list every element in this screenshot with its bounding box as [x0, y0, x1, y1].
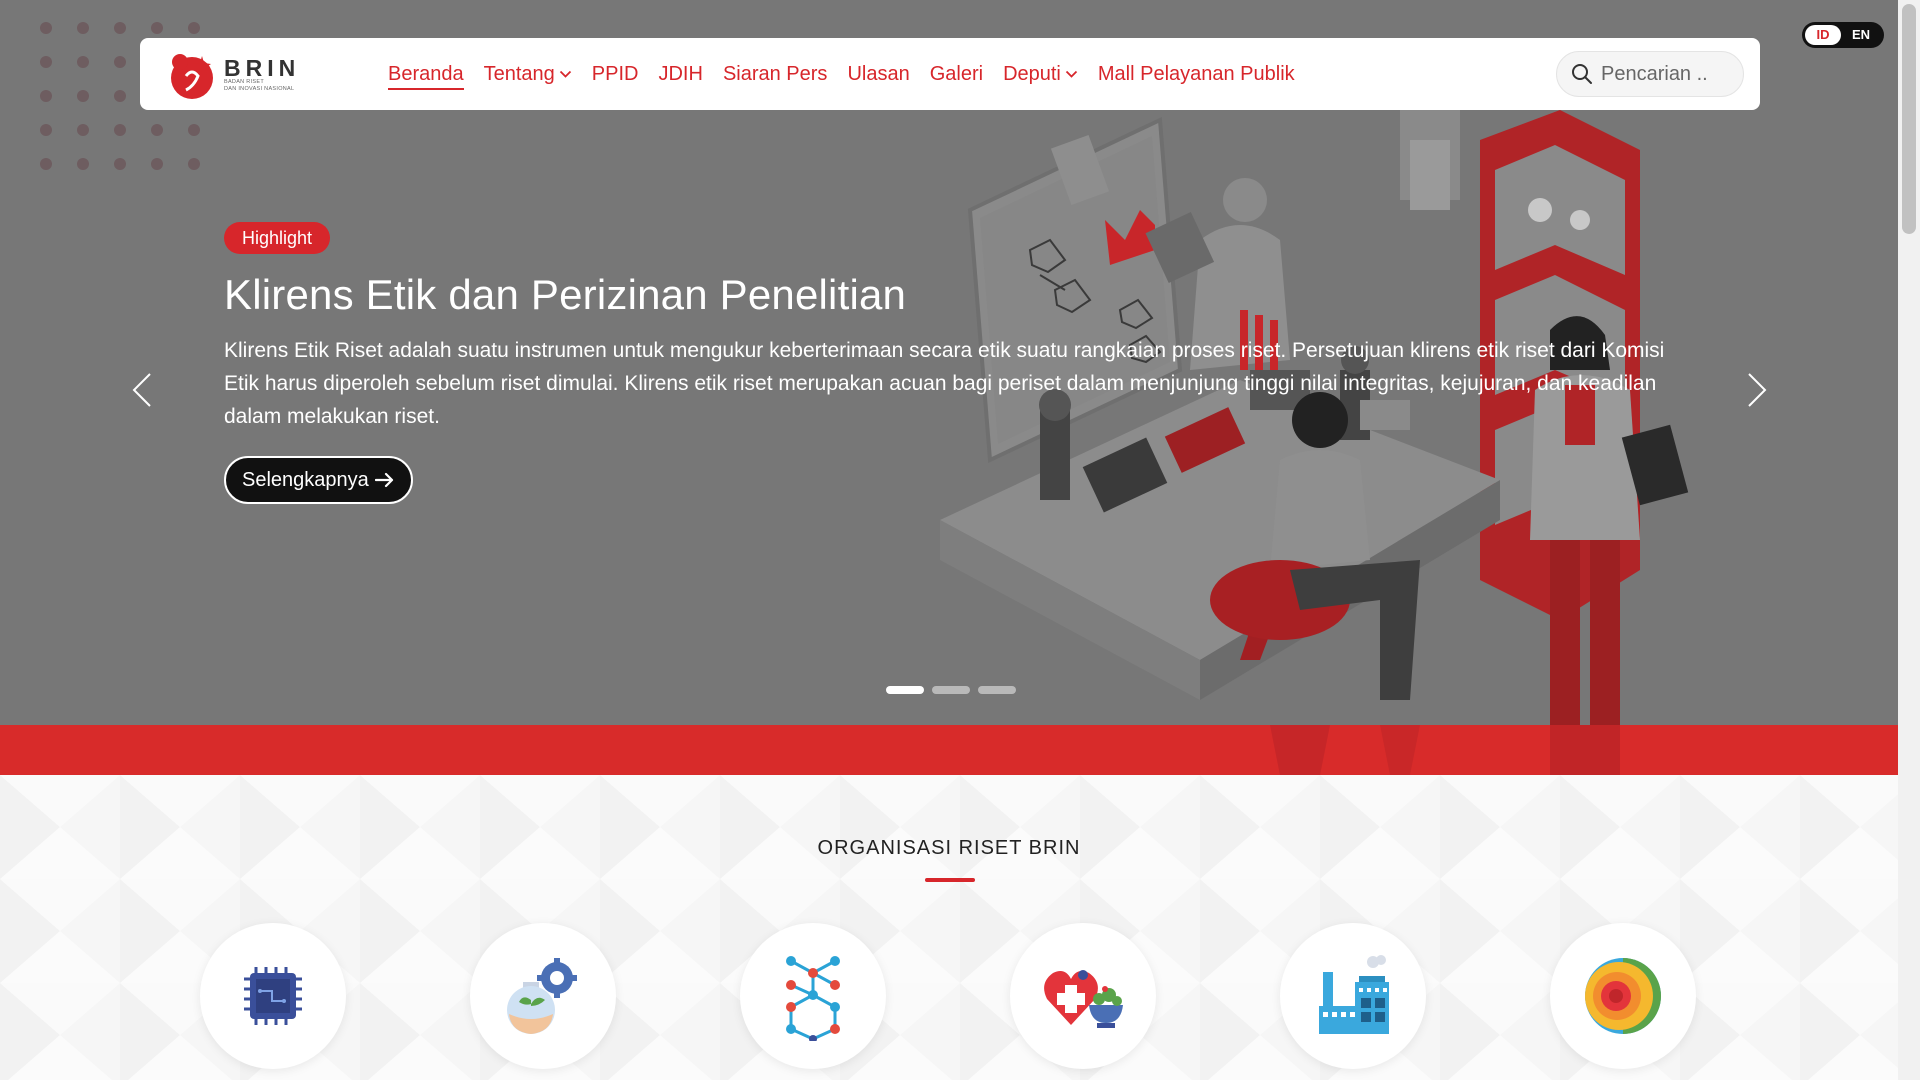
- band-illustration-continuation: [1270, 725, 1620, 775]
- org-card-2[interactable]: [470, 923, 616, 1069]
- chevron-down-icon: [1065, 70, 1078, 78]
- logo-subtitle-2: DAN INOVASI NASIONAL: [224, 86, 295, 92]
- read-more-label: Selengkapnya: [242, 468, 369, 491]
- nav-item-deputi[interactable]: Deputi: [1003, 38, 1078, 110]
- nav-item-jdih[interactable]: JDIH: [658, 38, 702, 110]
- logo-title: BRIN: [224, 55, 301, 81]
- main-navigation: Beranda Tentang PPID JDIH Siaran Pers Ul…: [388, 38, 1315, 110]
- search-placeholder: Pencarian ..: [1601, 62, 1708, 85]
- language-option-id[interactable]: ID: [1805, 25, 1841, 45]
- org-card-3[interactable]: [740, 923, 886, 1069]
- hero-red-band: [0, 725, 1898, 775]
- nav-item-ppid[interactable]: PPID: [592, 38, 639, 110]
- search-input[interactable]: Pencarian ..: [1556, 51, 1744, 97]
- search-icon: [1572, 64, 1592, 84]
- earth-layers-icon: [1585, 958, 1661, 1034]
- molecule-icon: [786, 956, 840, 1041]
- slide-content: Highlight Klirens Etik dan Perizinan Pen…: [224, 222, 1694, 504]
- org-card-5[interactable]: [1280, 923, 1426, 1069]
- nav-label: JDIH: [658, 62, 703, 85]
- nav-item-tentang[interactable]: Tentang: [484, 38, 572, 110]
- highlight-badge: Highlight: [224, 222, 331, 254]
- org-card-6[interactable]: [1550, 923, 1696, 1069]
- scrollbar-thumb[interactable]: [1902, 4, 1916, 234]
- nav-item-siaran-pers[interactable]: Siaran Pers: [723, 38, 828, 110]
- chevron-right-icon: [1748, 373, 1767, 407]
- section-title: ORGANISASI RISET BRIN: [817, 837, 1081, 859]
- health-heart-icon: [1044, 970, 1123, 1028]
- brin-logo-icon: [171, 54, 213, 99]
- org-card-4[interactable]: [1010, 923, 1156, 1069]
- language-toggle[interactable]: ID EN: [1802, 22, 1884, 48]
- nav-label: Galeri: [929, 62, 984, 85]
- factory-icon: [1319, 955, 1389, 1034]
- nav-item-galeri[interactable]: Galeri: [930, 38, 983, 110]
- section-title-underline: [925, 878, 975, 882]
- language-option-en[interactable]: EN: [1841, 25, 1881, 45]
- slide-title: Klirens Etik dan Perizinan Penelitian: [224, 271, 907, 318]
- nav-label: Siaran Pers: [722, 62, 828, 85]
- arrow-right-icon: [374, 472, 393, 488]
- chevron-left-icon: [132, 373, 151, 407]
- slide-description: Klirens Etik Riset adalah suatu instrume…: [224, 339, 1665, 428]
- nav-label: Beranda: [388, 62, 464, 85]
- carousel-prev-button[interactable]: [122, 365, 162, 415]
- plant-flask-gear-icon: [507, 958, 577, 1034]
- carousel-indicator-2[interactable]: [932, 686, 970, 694]
- nav-label: Tentang: [483, 62, 555, 85]
- brin-logo[interactable]: BRIN BADAN RISET DAN INOVASI NASIONAL: [166, 50, 300, 100]
- nav-label: Ulasan: [847, 62, 910, 85]
- organisasi-riset-section: ORGANISASI RISET BRIN: [0, 775, 1898, 1080]
- nav-label: PPID: [591, 62, 639, 85]
- read-more-button[interactable]: Selengkapnya: [224, 456, 413, 504]
- carousel-indicator-1[interactable]: [886, 686, 924, 694]
- nav-item-mall-pelayanan-publik[interactable]: Mall Pelayanan Publik: [1098, 38, 1295, 110]
- microchip-icon: [244, 967, 302, 1025]
- carousel-next-button[interactable]: [1737, 365, 1777, 415]
- navbar: BRIN BADAN RISET DAN INOVASI NASIONAL Be…: [140, 38, 1760, 110]
- nav-item-beranda[interactable]: Beranda: [388, 38, 464, 110]
- nav-label: Deputi: [1003, 62, 1061, 85]
- nav-item-ulasan[interactable]: Ulasan: [847, 38, 909, 110]
- page-scrollbar[interactable]: [1898, 0, 1920, 1080]
- org-card-1[interactable]: [200, 923, 346, 1069]
- chevron-down-icon: [559, 70, 571, 78]
- carousel-indicators: [886, 686, 1016, 694]
- nav-label: Mall Pelayanan Publik: [1097, 62, 1295, 85]
- carousel-indicator-3[interactable]: [978, 686, 1016, 694]
